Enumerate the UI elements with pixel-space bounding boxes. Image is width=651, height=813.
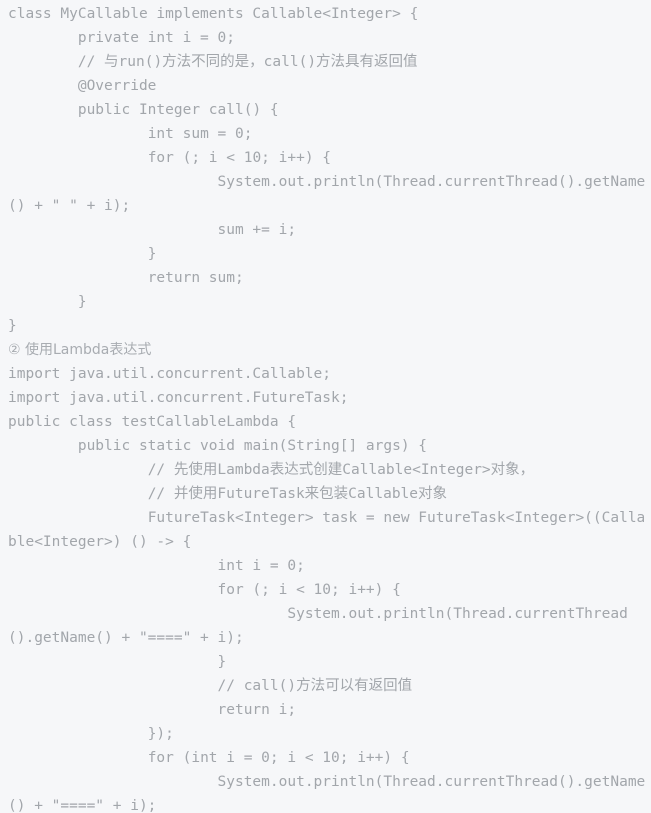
code-block-callable-class: class MyCallable implements Callable<Int… [8, 6, 646, 334]
code-snippet-viewer[interactable]: class MyCallable implements Callable<Int… [0, 0, 651, 813]
section-heading-lambda: ② 使用Lambda表达式 [8, 342, 152, 358]
code-block-lambda-example: import java.util.concurrent.Callable; im… [8, 366, 646, 813]
